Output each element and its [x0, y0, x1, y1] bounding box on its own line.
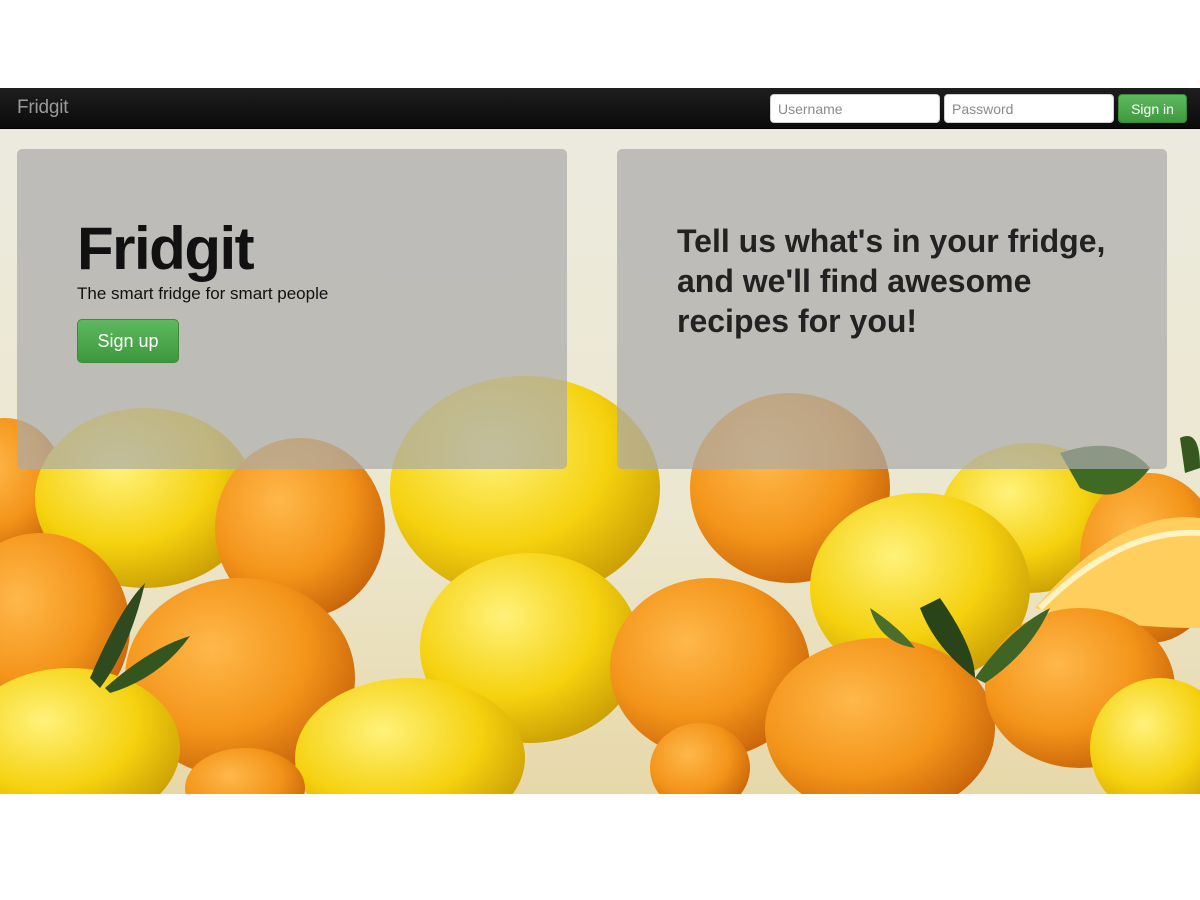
username-input[interactable] — [770, 94, 940, 123]
hero-pitch-text: Tell us what's in your fridge, and we'll… — [677, 223, 1106, 339]
hero-title: Fridgit — [77, 215, 255, 282]
top-navbar: Fridgit Sign in — [0, 88, 1200, 129]
brand-logo-text[interactable]: Fridgit — [17, 97, 69, 119]
hero-intro-panel: Fridgit The smart fridge for smart peopl… — [17, 149, 567, 469]
sign-in-button[interactable]: Sign in — [1118, 94, 1187, 123]
sign-up-button[interactable]: Sign up — [77, 319, 179, 363]
password-input[interactable] — [944, 94, 1114, 123]
hero-tagline: The smart fridge for smart people — [77, 284, 329, 303]
hero-pitch-panel: Tell us what's in your fridge, and we'll… — [617, 149, 1167, 469]
landing-page: Fridgit Sign in Fridgit The smart fridge… — [0, 88, 1200, 794]
